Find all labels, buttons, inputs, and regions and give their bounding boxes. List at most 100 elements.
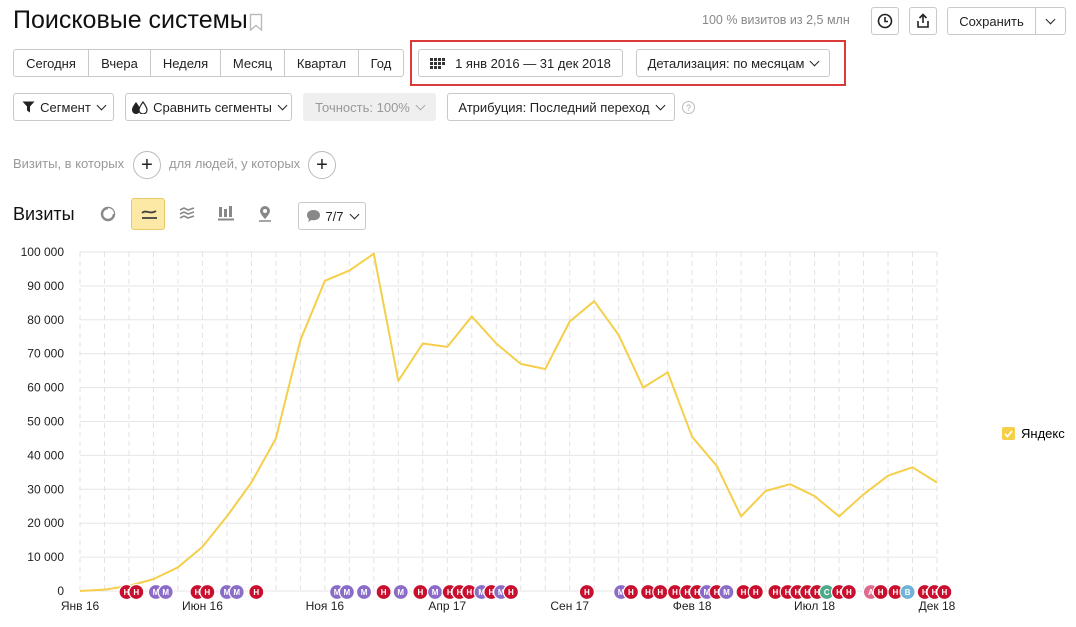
note-marker-label: Н <box>645 588 651 597</box>
period-today[interactable]: Сегодня <box>13 49 89 77</box>
period-label: Сегодня <box>26 55 76 71</box>
note-marker-label: М <box>723 588 730 597</box>
page-title: Поисковые системы <box>13 6 248 34</box>
line-chart-toggle[interactable] <box>131 198 165 230</box>
note-marker-label: Н <box>846 588 852 597</box>
history-button[interactable] <box>871 7 899 35</box>
pie-chart-icon[interactable] <box>100 206 116 222</box>
x-tick-label: Янв 16 <box>61 599 100 613</box>
period-month[interactable]: Месяц <box>220 49 285 77</box>
note-marker-label: М <box>233 588 240 597</box>
detail-label: Детализация: по месяцам <box>647 55 805 71</box>
chevron-down-icon <box>349 209 359 219</box>
y-tick-label: 0 <box>57 584 64 598</box>
note-marker-label: Н <box>672 588 678 597</box>
note-marker-label: Н <box>628 588 634 597</box>
area-chart-icon[interactable] <box>179 207 195 221</box>
notes-count: 7/7 <box>325 208 344 224</box>
visits-share: 100 % визитов из 2,5 млн <box>702 13 850 27</box>
help-icon[interactable]: ? <box>682 101 695 114</box>
period-label: Год <box>370 55 392 71</box>
legend-item-yandex[interactable]: Яндекс <box>1002 426 1065 441</box>
bookmark-icon[interactable] <box>249 13 263 32</box>
note-marker-label: М <box>432 588 439 597</box>
chevron-down-icon <box>415 100 426 110</box>
period-label: Вчера <box>101 55 138 71</box>
note-marker-label: Н <box>133 588 139 597</box>
save-options-button[interactable] <box>1035 7 1066 35</box>
accuracy-label: Точность: 100% <box>315 99 410 115</box>
period-label: Квартал <box>296 55 347 71</box>
note-marker-label: Н <box>892 588 898 597</box>
bar-chart-icon[interactable] <box>218 206 234 221</box>
drops-icon <box>132 100 148 114</box>
note-marker-label: Н <box>657 588 663 597</box>
add-visit-condition-button[interactable]: + <box>133 151 161 179</box>
compare-segments-dropdown[interactable]: Сравнить сегменты <box>125 93 292 121</box>
period-yesterday[interactable]: Вчера <box>88 49 151 77</box>
attribution-label: Атрибуция: Последний переход <box>458 99 650 115</box>
add-people-condition-button[interactable]: + <box>308 151 336 179</box>
note-marker-label: М <box>162 588 169 597</box>
x-tick-label: Ноя 16 <box>306 599 345 613</box>
date-range-button[interactable]: 1 янв 2016 — 31 дек 2018 <box>418 49 623 77</box>
chevron-down-icon <box>1045 14 1056 24</box>
attribution-dropdown[interactable]: Атрибуция: Последний переход <box>447 93 675 121</box>
legend-label: Яндекс <box>1021 426 1065 441</box>
segment-dropdown[interactable]: Сегмент <box>13 93 114 121</box>
chevron-down-icon <box>277 100 288 110</box>
segment-label: Сегмент <box>40 99 91 115</box>
note-marker-label: М <box>397 588 404 597</box>
y-tick-label: 70 000 <box>27 347 64 361</box>
note-marker-label: Н <box>253 588 259 597</box>
note-marker-label: Н <box>741 588 747 597</box>
x-tick-label: Фев 18 <box>673 599 712 613</box>
x-tick-label: Июн 16 <box>182 599 223 613</box>
note-marker-label: М <box>344 588 351 597</box>
y-tick-label: 80 000 <box>27 313 64 327</box>
x-tick-label: Дек 18 <box>919 599 956 613</box>
map-pin-icon[interactable] <box>257 205 273 223</box>
detail-dropdown[interactable]: Детализация: по месяцам <box>636 49 830 77</box>
note-marker-label: Н <box>204 588 210 597</box>
note-marker-label: Н <box>417 588 423 597</box>
y-tick-label: 100 000 <box>21 245 65 259</box>
note-marker-label: В <box>905 588 911 597</box>
period-quarter[interactable]: Квартал <box>284 49 359 77</box>
accuracy-dropdown[interactable]: Точность: 100% <box>303 93 436 121</box>
y-tick-label: 50 000 <box>27 415 64 429</box>
chevron-down-icon <box>655 100 666 110</box>
y-tick-label: 30 000 <box>27 482 64 496</box>
period-label: Неделя <box>162 55 209 71</box>
clock-icon <box>877 13 893 29</box>
save-label: Сохранить <box>959 13 1024 29</box>
note-marker-label: Н <box>381 588 387 597</box>
y-tick-label: 90 000 <box>27 279 64 293</box>
calendar-icon <box>430 57 446 69</box>
period-week[interactable]: Неделя <box>150 49 221 77</box>
chevron-down-icon <box>809 56 820 66</box>
export-button[interactable] <box>909 7 937 35</box>
notes-dropdown[interactable]: 7/7 <box>298 202 366 230</box>
period-year[interactable]: Год <box>358 49 404 77</box>
note-marker-label: Н <box>753 588 759 597</box>
y-tick-label: 10 000 <box>27 550 64 564</box>
line-chart-icon <box>141 210 157 219</box>
note-marker-label: Н <box>773 588 779 597</box>
chart-title: Визиты <box>13 204 75 224</box>
note-marker-label: М <box>361 588 368 597</box>
comment-icon <box>307 210 321 222</box>
people-condition-label: для людей, у которых <box>169 156 301 171</box>
note-marker-label: С <box>824 588 830 597</box>
y-tick-label: 20 000 <box>27 516 64 530</box>
chevron-down-icon <box>96 100 107 110</box>
date-range-label: 1 янв 2016 — 31 дек 2018 <box>455 55 611 71</box>
compare-label: Сравнить сегменты <box>153 99 272 115</box>
checkbox-checked-icon <box>1002 427 1015 440</box>
save-button[interactable]: Сохранить <box>947 7 1036 35</box>
note-marker-label: Н <box>878 588 884 597</box>
note-marker-label: Н <box>466 588 472 597</box>
x-tick-label: Апр 17 <box>428 599 466 613</box>
series-line-yandex <box>79 252 938 592</box>
period-label: Месяц <box>232 55 273 71</box>
